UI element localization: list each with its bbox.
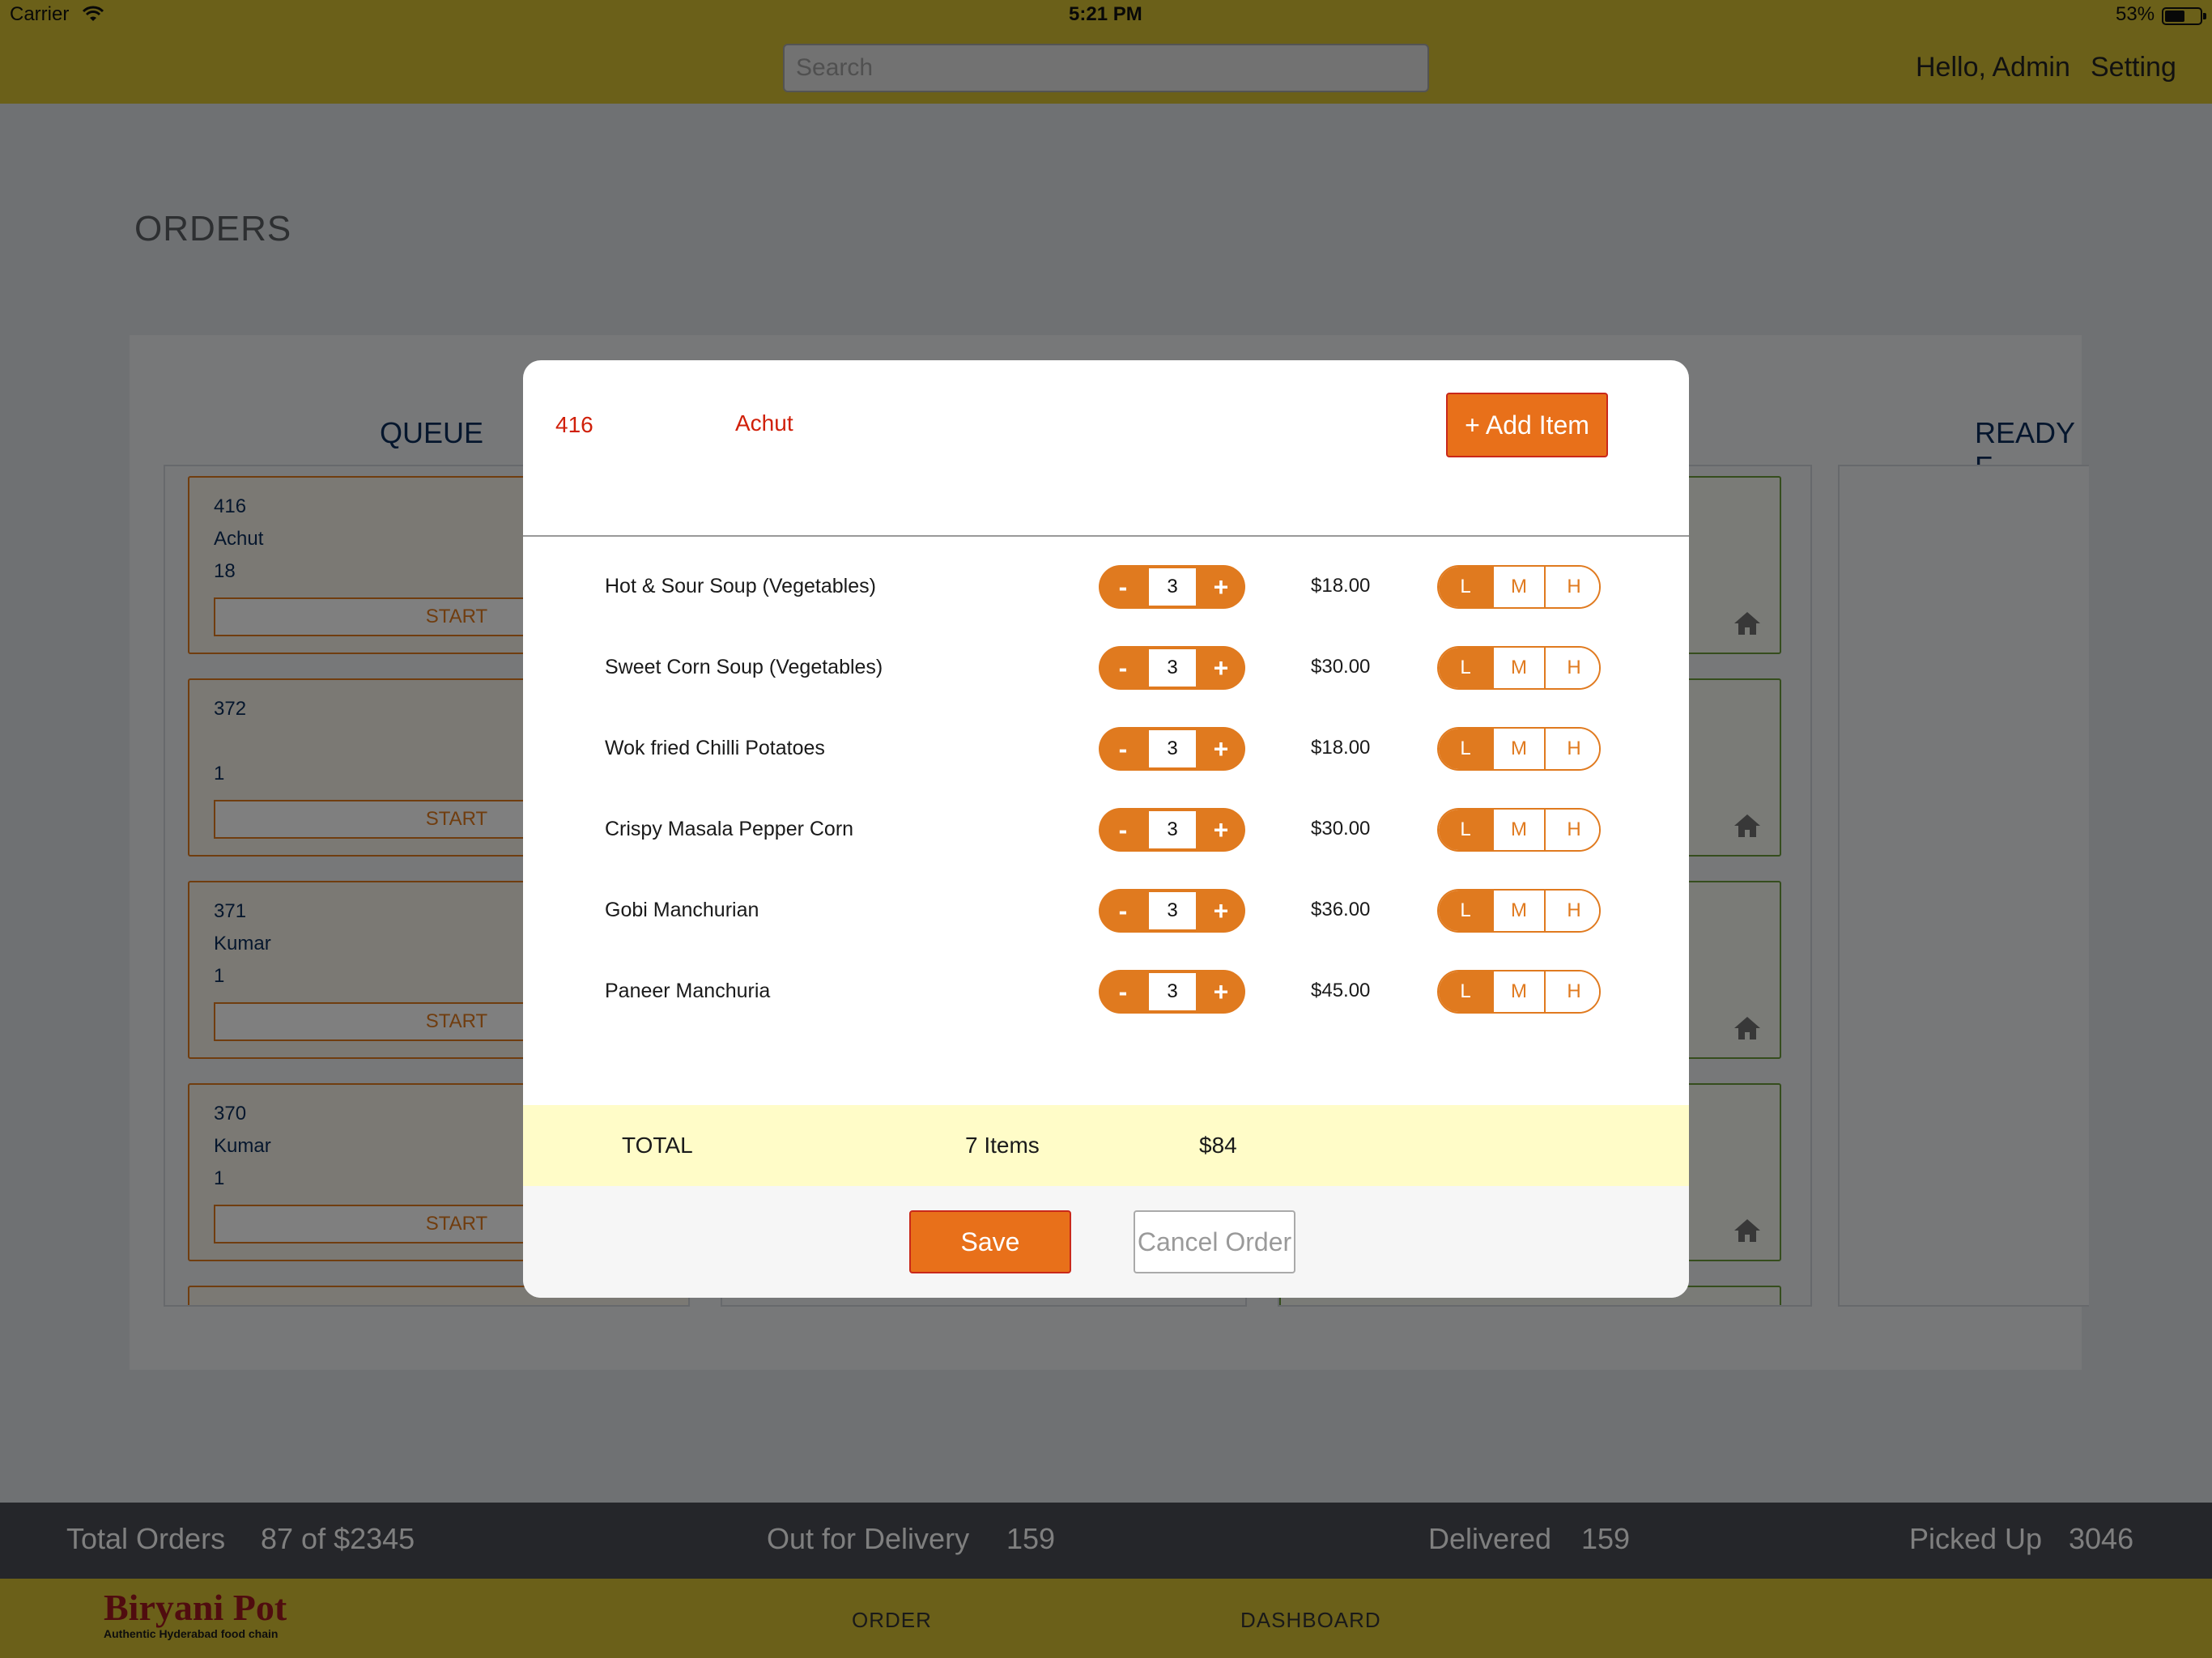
spice-level-selector: L M H (1437, 646, 1601, 690)
modal-order-number: 416 (555, 412, 593, 437)
modal-footer: Save Cancel Order (523, 1186, 1689, 1298)
spice-level-selector: L M H (1437, 970, 1601, 1014)
quantity-input[interactable] (1149, 568, 1196, 606)
item-price: $18.00 (1311, 575, 1371, 597)
quantity-stepper: - + (1099, 970, 1245, 1014)
decrement-button[interactable]: - (1099, 889, 1147, 933)
cancel-order-button[interactable]: Cancel Order (1134, 1210, 1295, 1273)
increment-button[interactable]: + (1197, 727, 1245, 771)
quantity-stepper: - + (1099, 727, 1245, 771)
quantity-input[interactable] (1149, 730, 1196, 767)
modal-customer-name: Achut (735, 410, 793, 436)
quantity-input[interactable] (1149, 811, 1196, 848)
quantity-input[interactable] (1149, 649, 1196, 687)
level-high-button[interactable]: H (1547, 729, 1599, 769)
order-item-row: Hot & Sour Soup (Vegetables) - + $18.00 … (523, 563, 1689, 612)
order-item-row: Wok fried Chilli Potatoes - + $18.00 L M… (523, 725, 1689, 774)
item-name: Hot & Sour Soup (Vegetables) (605, 575, 876, 597)
level-high-button[interactable]: H (1547, 648, 1599, 688)
level-low-button[interactable]: L (1439, 810, 1492, 850)
spice-level-selector: L M H (1437, 889, 1601, 933)
save-button[interactable]: Save (909, 1210, 1071, 1273)
total-item-count: 7 Items (965, 1133, 1040, 1158)
level-low-button[interactable]: L (1439, 567, 1492, 607)
item-price: $30.00 (1311, 818, 1371, 840)
total-amount: $84 (1199, 1133, 1237, 1158)
item-price: $30.00 (1311, 656, 1371, 678)
item-name: Crispy Masala Pepper Corn (605, 818, 854, 840)
increment-button[interactable]: + (1197, 970, 1245, 1014)
level-high-button[interactable]: H (1547, 567, 1599, 607)
modal-divider (523, 535, 1689, 537)
item-name: Sweet Corn Soup (Vegetables) (605, 656, 883, 678)
increment-button[interactable]: + (1197, 646, 1245, 690)
spice-level-selector: L M H (1437, 808, 1601, 852)
item-price: $18.00 (1311, 737, 1371, 759)
quantity-stepper: - + (1099, 889, 1245, 933)
quantity-input[interactable] (1149, 973, 1196, 1010)
level-low-button[interactable]: L (1439, 971, 1492, 1012)
level-low-button[interactable]: L (1439, 891, 1492, 931)
level-low-button[interactable]: L (1439, 729, 1492, 769)
total-label: TOTAL (622, 1133, 693, 1158)
decrement-button[interactable]: - (1099, 970, 1147, 1014)
increment-button[interactable]: + (1197, 889, 1245, 933)
quantity-stepper: - + (1099, 646, 1245, 690)
item-name: Gobi Manchurian (605, 899, 759, 921)
level-medium-button[interactable]: M (1492, 971, 1546, 1012)
item-price: $36.00 (1311, 899, 1371, 920)
level-medium-button[interactable]: M (1492, 891, 1546, 931)
order-item-row: Gobi Manchurian - + $36.00 L M H (523, 887, 1689, 936)
level-high-button[interactable]: H (1547, 810, 1599, 850)
decrement-button[interactable]: - (1099, 646, 1147, 690)
level-low-button[interactable]: L (1439, 648, 1492, 688)
item-price: $45.00 (1311, 980, 1371, 1001)
order-item-row: Crispy Masala Pepper Corn - + $30.00 L M… (523, 806, 1689, 855)
decrement-button[interactable]: - (1099, 727, 1147, 771)
spice-level-selector: L M H (1437, 727, 1601, 771)
increment-button[interactable]: + (1197, 565, 1245, 609)
decrement-button[interactable]: - (1099, 565, 1147, 609)
quantity-stepper: - + (1099, 565, 1245, 609)
add-item-button[interactable]: + Add Item (1446, 393, 1608, 457)
order-total-row: TOTAL 7 Items $84 (523, 1105, 1689, 1186)
level-medium-button[interactable]: M (1492, 567, 1546, 607)
quantity-input[interactable] (1149, 892, 1196, 929)
order-edit-modal: 416 Achut + Add Item Hot & Sour Soup (Ve… (523, 360, 1689, 1298)
decrement-button[interactable]: - (1099, 808, 1147, 852)
item-name: Wok fried Chilli Potatoes (605, 737, 825, 759)
level-medium-button[interactable]: M (1492, 648, 1546, 688)
level-high-button[interactable]: H (1547, 971, 1599, 1012)
order-item-row: Paneer Manchuria - + $45.00 L M H (523, 968, 1689, 1017)
quantity-stepper: - + (1099, 808, 1245, 852)
level-high-button[interactable]: H (1547, 891, 1599, 931)
level-medium-button[interactable]: M (1492, 810, 1546, 850)
order-item-row: Sweet Corn Soup (Vegetables) - + $30.00 … (523, 644, 1689, 693)
increment-button[interactable]: + (1197, 808, 1245, 852)
spice-level-selector: L M H (1437, 565, 1601, 609)
item-name: Paneer Manchuria (605, 980, 771, 1002)
level-medium-button[interactable]: M (1492, 729, 1546, 769)
